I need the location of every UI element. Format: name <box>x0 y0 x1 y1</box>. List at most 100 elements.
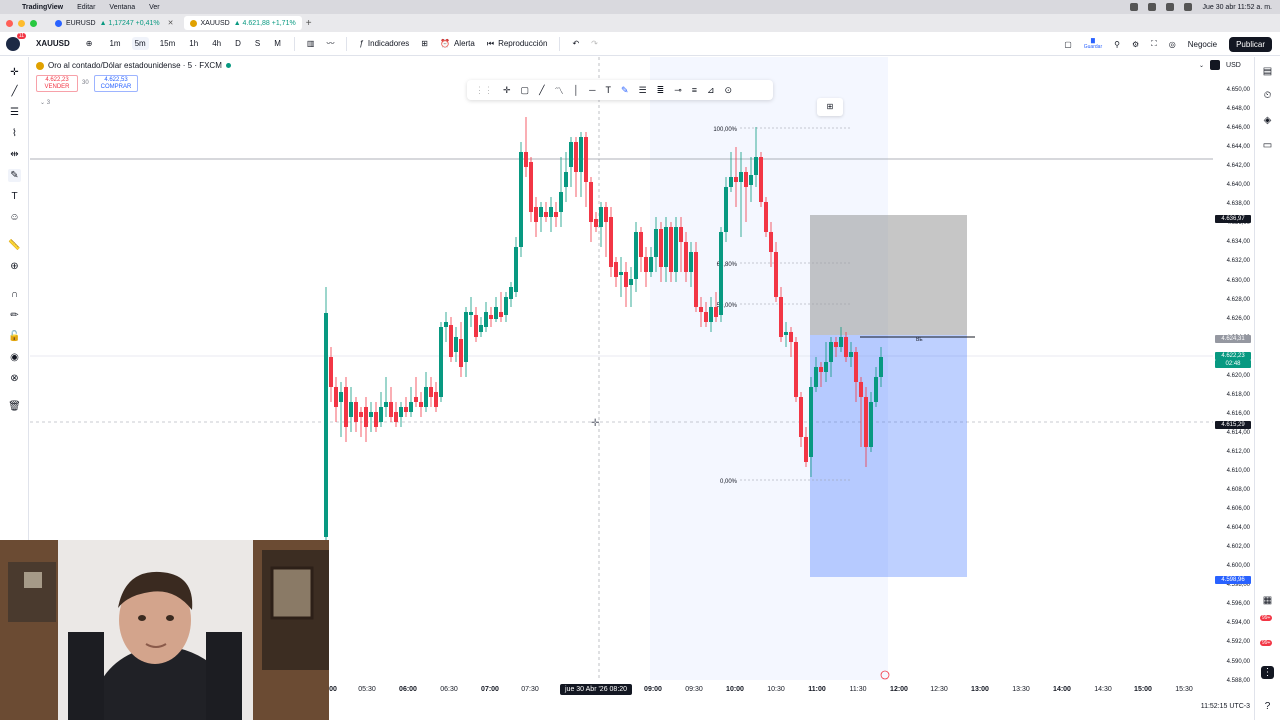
line-type-icon[interactable]: 〰 <box>326 38 334 49</box>
tab-xauusd[interactable]: XAUUSD ▲ 4.621,88 +1,71% <box>183 16 302 30</box>
trash-icon[interactable]: 🗑 <box>8 400 21 413</box>
line-icon[interactable]: ╱ <box>539 85 544 96</box>
buy-button[interactable]: 4.622,53 COMPRAR <box>94 75 138 92</box>
menu-app-name[interactable]: TradingView <box>22 4 63 11</box>
price-label: 4.598,96 <box>1215 576 1251 584</box>
menu-clock[interactable]: Jue 30 abr 11:52 a. m. <box>1202 4 1272 11</box>
watchlist-icon[interactable]: ▤ <box>1261 65 1274 78</box>
drag-handle-icon[interactable]: ⋮⋮ <box>475 85 493 96</box>
indicators-collapse[interactable]: ⌄ 3 <box>40 99 50 106</box>
zoom-in-icon[interactable]: ⊕ <box>8 260 21 273</box>
screenshot-icon[interactable]: ◎ <box>1169 40 1176 49</box>
timeframe-1m[interactable]: 1m <box>106 37 123 50</box>
price-tick: 4.634,00 <box>1226 239 1250 246</box>
candle-body <box>764 202 768 232</box>
trade-button[interactable]: Negocie <box>1188 40 1217 49</box>
legend-title[interactable]: Oro al contado/Dólar estadounidense · 5 … <box>48 61 222 70</box>
magnet-icon[interactable]: ∩ <box>8 288 21 301</box>
search-icon[interactable] <box>1184 3 1193 11</box>
brush-icon[interactable]: ✎ <box>621 85 629 96</box>
zoom-icon[interactable]: ⚲ <box>1114 40 1120 49</box>
status-icon[interactable] <box>1148 3 1157 11</box>
notification-badge: 11 <box>16 32 26 39</box>
price-tick: 4.638,00 <box>1226 201 1250 208</box>
fib-extension-icon[interactable]: ≣ <box>657 85 665 96</box>
compare-icon[interactable]: ⊕ <box>86 39 93 48</box>
brush-lock-icon[interactable]: ✏ <box>8 309 21 322</box>
parallel-channel-icon[interactable]: ≡ <box>692 85 697 95</box>
object-settings-button[interactable]: ⊞ <box>817 98 843 116</box>
timeframe-1h[interactable]: 1h <box>186 37 201 50</box>
fib-icon[interactable]: ☰ <box>8 106 21 119</box>
timeframe-5m[interactable]: 5m <box>131 37 149 50</box>
price-scale[interactable]: 4.650,00 4.648,00 4.646,00 4.644,00 4.642,00… <box>1213 57 1254 684</box>
menu-item-edit[interactable]: Editar <box>77 4 95 11</box>
vertical-line-icon[interactable]: │ <box>574 85 580 95</box>
timeframe-4h[interactable]: 4h <box>209 37 224 50</box>
apps-icon[interactable]: ⋮ <box>1261 666 1274 679</box>
redo-icon[interactable]: ↷ <box>591 39 598 48</box>
timeframe-m[interactable]: M <box>271 37 284 50</box>
close-icon[interactable]: ✕ <box>168 19 174 27</box>
undo-icon[interactable]: ↶ <box>572 39 579 48</box>
help-icon[interactable]: ? <box>1261 700 1274 713</box>
timeframe-d[interactable]: D <box>232 37 244 50</box>
menu-item-window[interactable]: Ventana <box>109 4 135 11</box>
rectangle-icon[interactable]: ▢ <box>521 85 530 96</box>
price-line-icon[interactable]: ⊸ <box>674 85 682 96</box>
settings-icon[interactable]: ⚙ <box>1132 40 1139 49</box>
minimize-window-icon[interactable] <box>18 19 25 27</box>
brush-icon[interactable]: ✎ <box>8 169 21 182</box>
save-button[interactable]: ▇ Guardar <box>1084 38 1102 50</box>
publish-button[interactable]: Publicar <box>1229 36 1272 52</box>
indicators-icon: ƒ <box>359 39 364 48</box>
price-tick: 4.616,00 <box>1226 410 1250 417</box>
sell-button[interactable]: 4.622,23 VENDER <box>36 75 78 92</box>
layout-select-icon[interactable]: ▢ <box>1064 40 1072 49</box>
wifi-icon[interactable] <box>1166 3 1175 11</box>
status-icon[interactable] <box>1130 3 1139 11</box>
calendar-icon[interactable]: ▦ <box>1261 594 1274 607</box>
indicators-button[interactable]: ƒ Indicadores <box>359 39 409 48</box>
ruler-icon[interactable]: 📏 <box>8 239 21 252</box>
collapse-icon[interactable]: ⌄ <box>1199 62 1204 69</box>
globe-icon[interactable]: ⊗ <box>8 372 21 385</box>
chat-icon[interactable]: ▭ <box>1261 139 1274 152</box>
timeframe-s[interactable]: S <box>252 37 263 50</box>
crosshair-icon[interactable]: ✛ <box>503 85 511 96</box>
long-position-icon[interactable]: ⊿ <box>707 85 715 96</box>
eye-icon[interactable]: ◉ <box>8 351 21 364</box>
fib-retracement-icon[interactable]: ☰ <box>639 85 647 96</box>
maximize-window-icon[interactable] <box>30 19 37 27</box>
alerts-icon[interactable]: ⏲ <box>1261 89 1274 102</box>
avatar[interactable]: 11 <box>6 32 26 51</box>
more-icon[interactable]: ⊙ <box>725 85 733 96</box>
notifications-badge[interactable]: 99+ <box>1260 615 1273 621</box>
layout-icon[interactable]: ⊞ <box>421 39 428 48</box>
cross-icon[interactable]: ✛ <box>8 66 21 79</box>
pattern-icon[interactable]: ⌇ <box>8 127 21 140</box>
trendline-icon[interactable]: ╱ <box>8 85 21 98</box>
text-icon[interactable]: T <box>606 85 612 95</box>
menu-item-view[interactable]: Ver <box>149 4 160 11</box>
path-icon[interactable]: 〽 <box>554 84 563 97</box>
horizontal-line-icon[interactable]: ─ <box>589 85 595 95</box>
tab-eurusd[interactable]: EURUSD ▲ 1,17247 +0,41% ✕ <box>49 16 180 30</box>
candle-body <box>349 402 353 417</box>
layers-icon[interactable]: ◈ <box>1261 114 1274 127</box>
replay-button[interactable]: ⏮ Reproducción <box>487 39 548 49</box>
text-icon[interactable]: T <box>8 190 21 203</box>
fullscreen-icon[interactable]: ⛶ <box>1151 39 1157 49</box>
lock-icon[interactable]: 🔓 <box>8 330 21 343</box>
clock-footer[interactable]: 11:52:15 UTC-3 <box>1201 703 1250 710</box>
close-window-icon[interactable] <box>6 19 13 27</box>
messages-badge[interactable]: 99+ <box>1260 640 1273 646</box>
alert-button[interactable]: ⏰ Alerta <box>440 39 475 48</box>
bar-type-icon[interactable]: ▥ <box>307 39 315 48</box>
emoji-icon[interactable]: ☺ <box>8 211 21 224</box>
add-tab-icon[interactable]: + <box>306 18 312 29</box>
symbol-search[interactable]: XAUUSD <box>36 39 70 48</box>
timeframe-15m[interactable]: 15m <box>157 37 179 50</box>
measure-icon[interactable]: ⇹ <box>8 148 21 161</box>
candle-body <box>424 387 428 407</box>
